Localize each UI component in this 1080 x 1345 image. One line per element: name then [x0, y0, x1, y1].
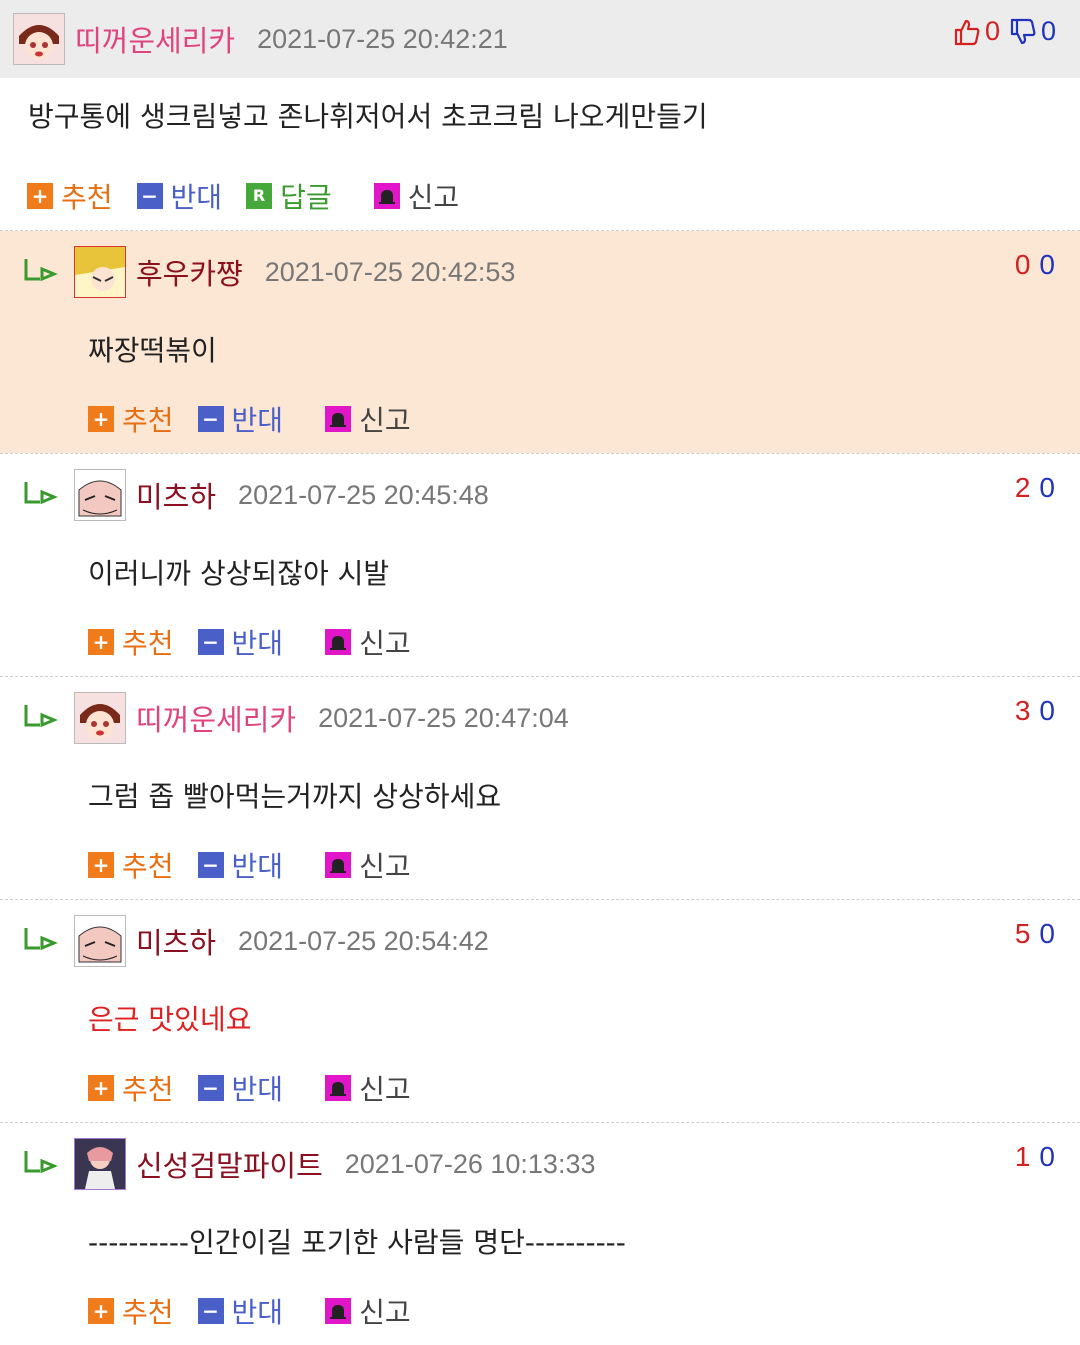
comment-item: 띠꺼운세리카 2021-07-25 20:47:04 30 그럼 좁 빨아먹는거… [0, 677, 1080, 899]
reply-arrow-icon [22, 480, 62, 510]
minus-icon: − [197, 1298, 224, 1324]
plus-icon: + [88, 406, 114, 432]
post-header: 띠꺼운세리카 2021-07-25 20:42:21 0 0 [0, 0, 1080, 78]
author-avatar[interactable] [13, 13, 65, 65]
recommend-button[interactable]: + 추천 [27, 176, 113, 216]
report-button[interactable]: 신고 [373, 176, 459, 216]
comment-body: 짜장떡볶이 [88, 334, 217, 367]
commenter-name[interactable]: 미츠하 [136, 474, 216, 516]
post-votes: 0 0 [952, 16, 1056, 47]
oppose-button[interactable]: − 반대 [197, 622, 283, 662]
comment-actions: + 추천 − 반대 신고 [88, 1068, 435, 1108]
report-button[interactable]: 신고 [325, 1068, 411, 1108]
siren-icon [325, 1075, 352, 1101]
minus-icon: − [197, 1075, 224, 1101]
report-button[interactable]: 신고 [325, 622, 411, 662]
comment-item: 미츠하 2021-07-25 20:54:42 50 은근 맛있네요 + 추천 −… [0, 900, 1080, 1122]
commenter-avatar[interactable] [74, 692, 126, 744]
commenter-name[interactable]: 후우카쨩 [136, 251, 243, 293]
comment-date: 2021-07-25 20:54:42 [238, 925, 489, 956]
siren-icon [325, 629, 352, 655]
reply-arrow-icon [22, 1149, 62, 1179]
plus-icon: + [88, 852, 114, 878]
commenter-avatar[interactable] [74, 246, 126, 298]
comment-item: 후우카쨩 2021-07-25 20:42:53 00 짜장떡볶이 + 추천 − 반… [0, 231, 1080, 453]
comment-body: 이러니까 상상되잖아 시발 [88, 557, 390, 590]
main-post: 띠꺼운세리카 2021-07-25 20:42:21 0 0 방구통에 생크림넣… [0, 0, 1080, 216]
oppose-button[interactable]: − 반대 [136, 176, 222, 216]
comment-list: 후우카쨩 2021-07-25 20:42:53 00 짜장떡볶이 + 추천 − 반… [0, 231, 1080, 1345]
reply-r-icon: R [246, 183, 273, 209]
recommend-button[interactable]: + 추천 [88, 845, 174, 885]
recommend-button[interactable]: + 추천 [88, 1291, 174, 1331]
reply-arrow-icon [22, 257, 62, 287]
thumbs-up-icon[interactable] [952, 17, 982, 47]
plus-icon: + [88, 1075, 114, 1101]
report-button[interactable]: 신고 [325, 1291, 411, 1331]
plus-icon: + [88, 629, 114, 655]
thumbs-down-icon[interactable] [1008, 17, 1038, 47]
comment-actions: + 추천 − 반대 신고 [88, 845, 435, 885]
comment-score: 30 [1014, 695, 1056, 726]
comment-item: 신성검말파이트 2021-07-26 10:13:33 10 ---------… [0, 1123, 1080, 1345]
comment-score: 10 [1014, 1141, 1056, 1172]
recommend-button[interactable]: + 추천 [88, 1068, 174, 1108]
comment-score: 50 [1014, 918, 1056, 949]
reply-arrow-icon [22, 703, 62, 733]
commenter-avatar[interactable] [74, 915, 126, 967]
commenter-avatar[interactable] [74, 1138, 126, 1190]
post-actions: + 추천 − 반대 R 답글 신고 [27, 176, 1080, 216]
siren-icon [325, 852, 352, 878]
comment-date: 2021-07-26 10:13:33 [344, 1148, 596, 1179]
author-name[interactable]: 띠꺼운세리카 [75, 18, 235, 60]
reply-button[interactable]: R 답글 [246, 176, 332, 216]
plus-icon: + [88, 1298, 114, 1324]
comment-score: 20 [1014, 472, 1056, 503]
comment-date: 2021-07-25 20:45:48 [238, 479, 489, 510]
commenter-avatar[interactable] [74, 469, 126, 521]
siren-icon [373, 183, 400, 209]
comment-body: ----------인간이길 포기한 사람들 명단---------- [88, 1226, 626, 1259]
comment-score: 00 [1014, 249, 1056, 280]
plus-icon: + [27, 183, 53, 209]
minus-icon: − [197, 629, 224, 655]
post-up-count: 0 [984, 16, 1000, 46]
minus-icon: − [197, 852, 224, 878]
minus-icon: − [136, 183, 163, 209]
report-button[interactable]: 신고 [325, 845, 411, 885]
comment-actions: + 추천 − 반대 신고 [88, 1291, 435, 1331]
oppose-button[interactable]: − 반대 [197, 399, 283, 439]
oppose-button[interactable]: − 반대 [197, 845, 283, 885]
comment-item: 미츠하 2021-07-25 20:45:48 20 이러니까 상상되잖아 시발… [0, 454, 1080, 676]
minus-icon: − [197, 406, 224, 432]
comment-date: 2021-07-25 20:47:04 [318, 702, 569, 733]
commenter-name[interactable]: 미츠하 [136, 920, 216, 962]
siren-icon [325, 1298, 352, 1324]
report-button[interactable]: 신고 [325, 399, 411, 439]
reply-arrow-icon [22, 926, 62, 956]
recommend-button[interactable]: + 추천 [88, 399, 174, 439]
comment-actions: + 추천 − 반대 신고 [88, 622, 435, 662]
comment-body: 그럼 좁 빨아먹는거까지 상상하세요 [88, 780, 502, 813]
commenter-name[interactable]: 신성검말파이트 [136, 1143, 323, 1185]
recommend-button[interactable]: + 추천 [88, 622, 174, 662]
comment-body: 은근 맛있네요 [88, 1003, 252, 1036]
post-down-count: 0 [1040, 16, 1056, 46]
oppose-button[interactable]: − 반대 [197, 1291, 283, 1331]
comment-date: 2021-07-25 20:42:53 [264, 256, 516, 287]
siren-icon [325, 406, 352, 432]
oppose-button[interactable]: − 반대 [197, 1068, 283, 1108]
post-body: 방구통에 생크림넣고 존나휘저어서 초코크림 나오게만들기 [28, 100, 708, 133]
comment-actions: + 추천 − 반대 신고 [88, 399, 435, 439]
commenter-name[interactable]: 띠꺼운세리카 [136, 697, 296, 739]
post-date: 2021-07-25 20:42:21 [257, 23, 508, 54]
